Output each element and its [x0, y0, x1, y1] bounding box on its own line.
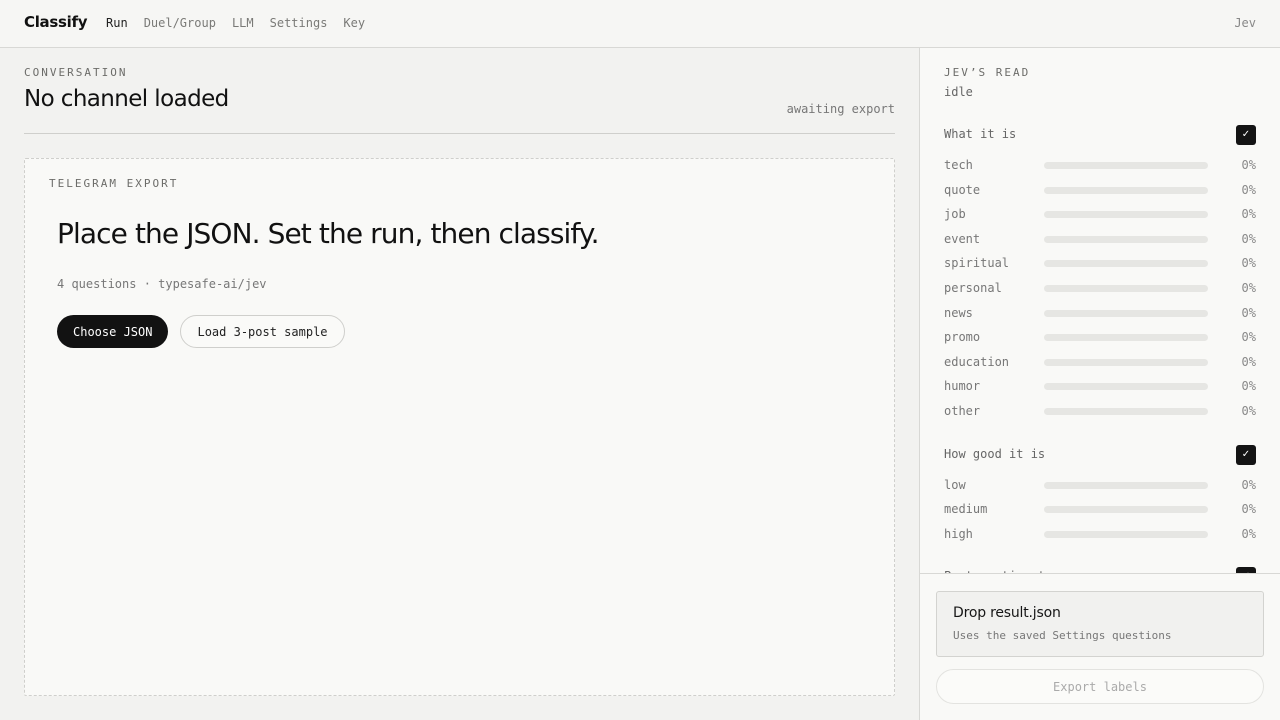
row-label: personal — [944, 281, 1002, 295]
label-row: job 0% — [944, 206, 1256, 222]
row-label: low — [944, 477, 966, 492]
row-percent: 0% — [1241, 256, 1256, 271]
nav-item-key[interactable]: Key — [343, 16, 365, 30]
progress-track — [1044, 408, 1208, 415]
label-row: quote 0% — [944, 182, 1256, 198]
json-dropzone[interactable]: TELEGRAM EXPORT Place the JSON. Set the … — [24, 158, 895, 696]
label-row: tech 0% — [944, 157, 1256, 173]
row-label: humor — [944, 379, 981, 394]
sidebar-footer: Drop result.json Uses the saved Settings… — [920, 573, 1280, 720]
label-row: event 0% — [944, 231, 1256, 247]
choose-json-button[interactable]: Choose JSON — [57, 315, 169, 348]
conversation-status: awaiting export — [786, 102, 895, 116]
row-percent: 0% — [1241, 477, 1256, 492]
group-checkbox[interactable]: ✓ — [1236, 444, 1256, 465]
row-label: education — [944, 354, 1010, 369]
group-name: What it is — [944, 127, 1017, 141]
conversation-title: No channel loaded — [24, 86, 229, 112]
row-label: tech — [944, 158, 973, 172]
nav-item-settings[interactable]: Settings — [270, 16, 328, 30]
nav-item-run[interactable]: Run — [106, 16, 128, 30]
load-sample-button[interactable]: Load 3-post sample — [180, 315, 345, 348]
export-labels-button[interactable]: Export labels — [936, 669, 1264, 704]
sidebar-scroll-area[interactable]: JEV’S READ idle What it is ✓ tech 0% quote 0%… — [920, 48, 1280, 573]
main-panel: CONVERSATION No channel loaded awaiting … — [0, 48, 919, 720]
sidebar-title: JEV’S READ — [944, 66, 1031, 79]
conversation-section-label: CONVERSATION — [24, 66, 128, 79]
row-percent: 0% — [1241, 305, 1256, 320]
label-row: education 0% — [944, 354, 1256, 370]
divider — [24, 133, 895, 134]
dropzone-actions: Choose JSON Load 3-post sample — [57, 315, 345, 348]
main-nav: Run Duel/Group LLM Settings Key — [106, 16, 365, 30]
label-row: humor 0% — [944, 378, 1256, 394]
row-label: quote — [944, 182, 981, 197]
label-row: medium 0% — [944, 501, 1256, 517]
result-drop-card[interactable]: Drop result.json Uses the saved Settings… — [936, 591, 1264, 657]
row-percent: 0% — [1241, 502, 1256, 517]
row-percent: 0% — [1241, 231, 1256, 246]
row-percent: 0% — [1241, 526, 1256, 541]
label-row: low 0% — [944, 477, 1256, 493]
row-label: news — [944, 305, 973, 320]
row-label: other — [944, 404, 981, 418]
dropzone-label: TELEGRAM EXPORT — [49, 177, 179, 190]
group-header: What it is ✓ — [944, 125, 1256, 145]
nav-item-duel-group[interactable]: Duel/Group — [144, 16, 216, 30]
dropzone-meta: 4 questions · typesafe-ai/jev — [57, 277, 267, 291]
row-percent: 0% — [1241, 182, 1256, 197]
row-percent: 0% — [1241, 379, 1256, 394]
progress-track — [1044, 481, 1208, 489]
nav-item-llm[interactable]: LLM — [232, 16, 254, 30]
progress-track — [1044, 530, 1208, 538]
sidebar-state: idle — [944, 85, 973, 99]
label-row: promo 0% — [944, 329, 1256, 345]
label-row: personal 0% — [944, 280, 1256, 296]
group-name: How good it is — [944, 446, 1046, 461]
row-percent: 0% — [1241, 330, 1256, 345]
progress-track — [1044, 260, 1208, 268]
result-drop-subtitle: Uses the saved Settings questions — [953, 629, 1172, 642]
read-sidebar: JEV’S READ idle What it is ✓ tech 0% quote 0%… — [919, 48, 1280, 720]
row-percent: 0% — [1241, 207, 1256, 222]
row-percent: 0% — [1241, 354, 1256, 369]
row-label: promo — [944, 330, 981, 345]
progress-track — [1044, 334, 1208, 342]
top-bar: Classify Run Duel/Group LLM Settings Key… — [0, 0, 1280, 48]
label-row: news 0% — [944, 305, 1256, 321]
progress-track — [1044, 383, 1208, 391]
row-percent: 0% — [1241, 158, 1256, 172]
row-percent: 0% — [1241, 404, 1256, 418]
group-header: How good it is ✓ — [944, 444, 1256, 465]
progress-track — [1044, 235, 1208, 243]
progress-track — [1044, 285, 1208, 292]
user-name[interactable]: Jev — [1234, 16, 1256, 30]
progress-track — [1044, 186, 1208, 194]
dropzone-title: Place the JSON. Set the run, then classi… — [57, 217, 599, 250]
app-brand[interactable]: Classify — [24, 13, 87, 31]
row-label: event — [944, 231, 981, 246]
progress-track — [1044, 358, 1208, 366]
row-label: job — [944, 207, 966, 222]
progress-track — [1044, 162, 1208, 169]
row-label: high — [944, 526, 973, 541]
label-row: spiritual 0% — [944, 255, 1256, 271]
label-row: other 0% — [944, 403, 1256, 419]
label-row: high 0% — [944, 526, 1256, 542]
group-checkbox[interactable]: ✓ — [1236, 125, 1256, 145]
row-percent: 0% — [1241, 281, 1256, 295]
row-label: spiritual — [944, 256, 1010, 271]
progress-track — [1044, 506, 1208, 514]
progress-track — [1044, 309, 1208, 317]
row-label: medium — [944, 502, 988, 517]
result-drop-title: Drop result.json — [953, 605, 1061, 621]
progress-track — [1044, 211, 1208, 219]
